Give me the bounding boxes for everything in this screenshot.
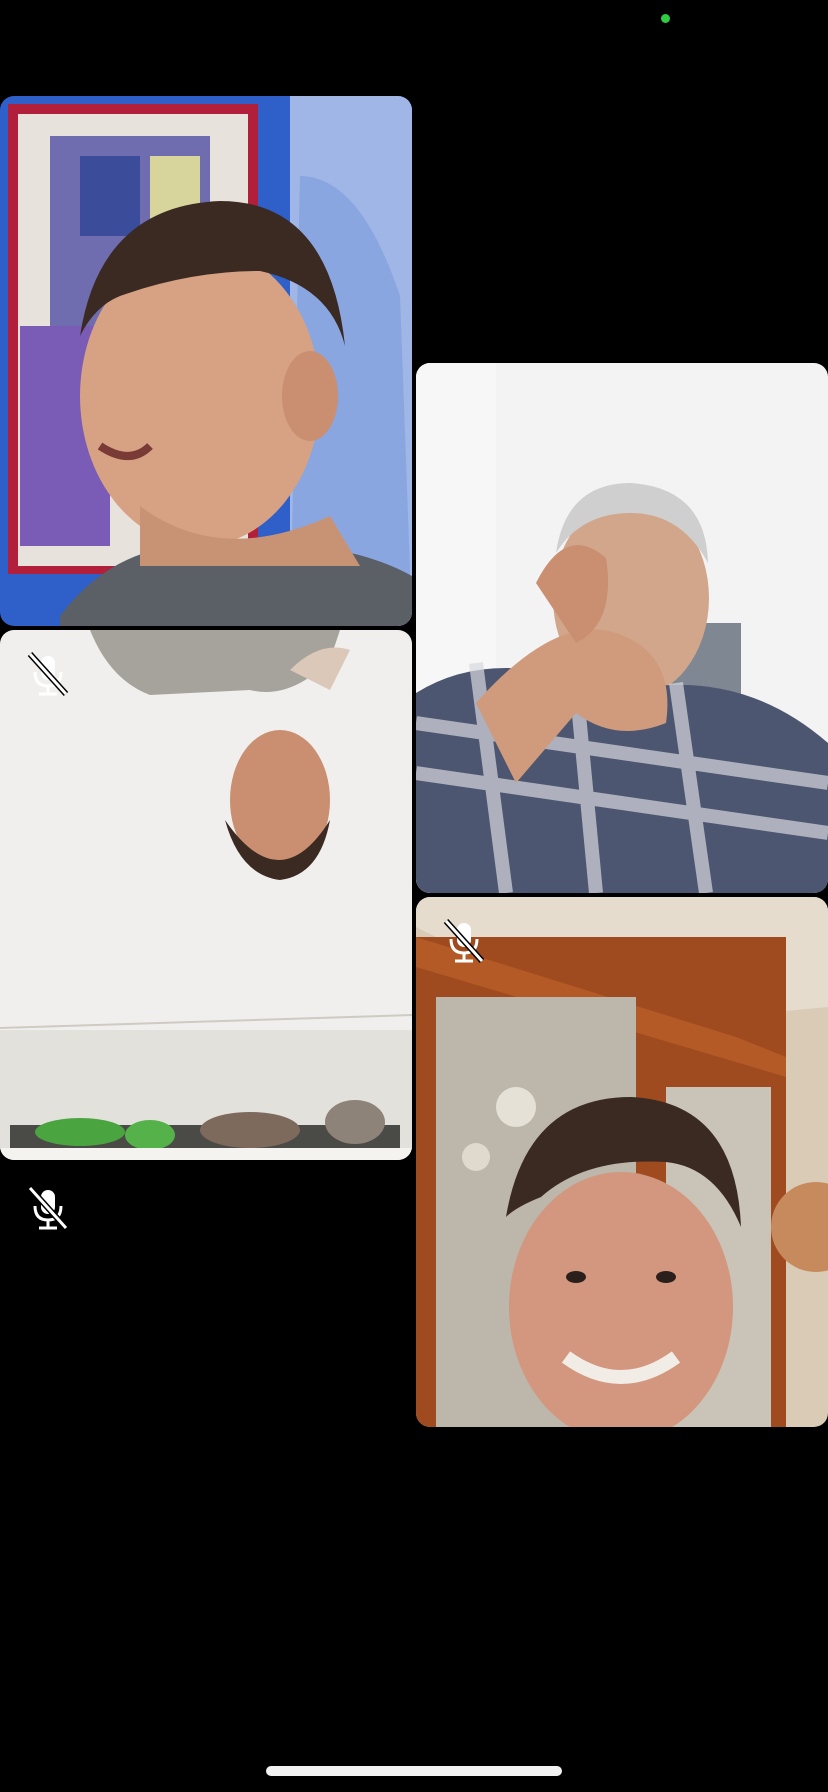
participant-tile-4[interactable]: [416, 897, 828, 1427]
participant-tile-2[interactable]: [0, 630, 412, 1160]
video-call-screen: [0, 0, 828, 1792]
mute-icon: [24, 650, 72, 698]
participant-tile-5[interactable]: [0, 1164, 412, 1694]
active-indicator-dot: [661, 14, 670, 23]
mute-icon: [24, 1184, 72, 1232]
mute-icon: [440, 917, 488, 965]
participant-tile-1[interactable]: [0, 96, 412, 626]
participant-tile-3[interactable]: [416, 363, 828, 893]
home-indicator[interactable]: [266, 1766, 562, 1776]
participant-video-3: [416, 363, 828, 893]
participant-video-4: [416, 897, 828, 1427]
participant-video-1: [0, 96, 412, 626]
participant-video-2: [0, 630, 412, 1160]
